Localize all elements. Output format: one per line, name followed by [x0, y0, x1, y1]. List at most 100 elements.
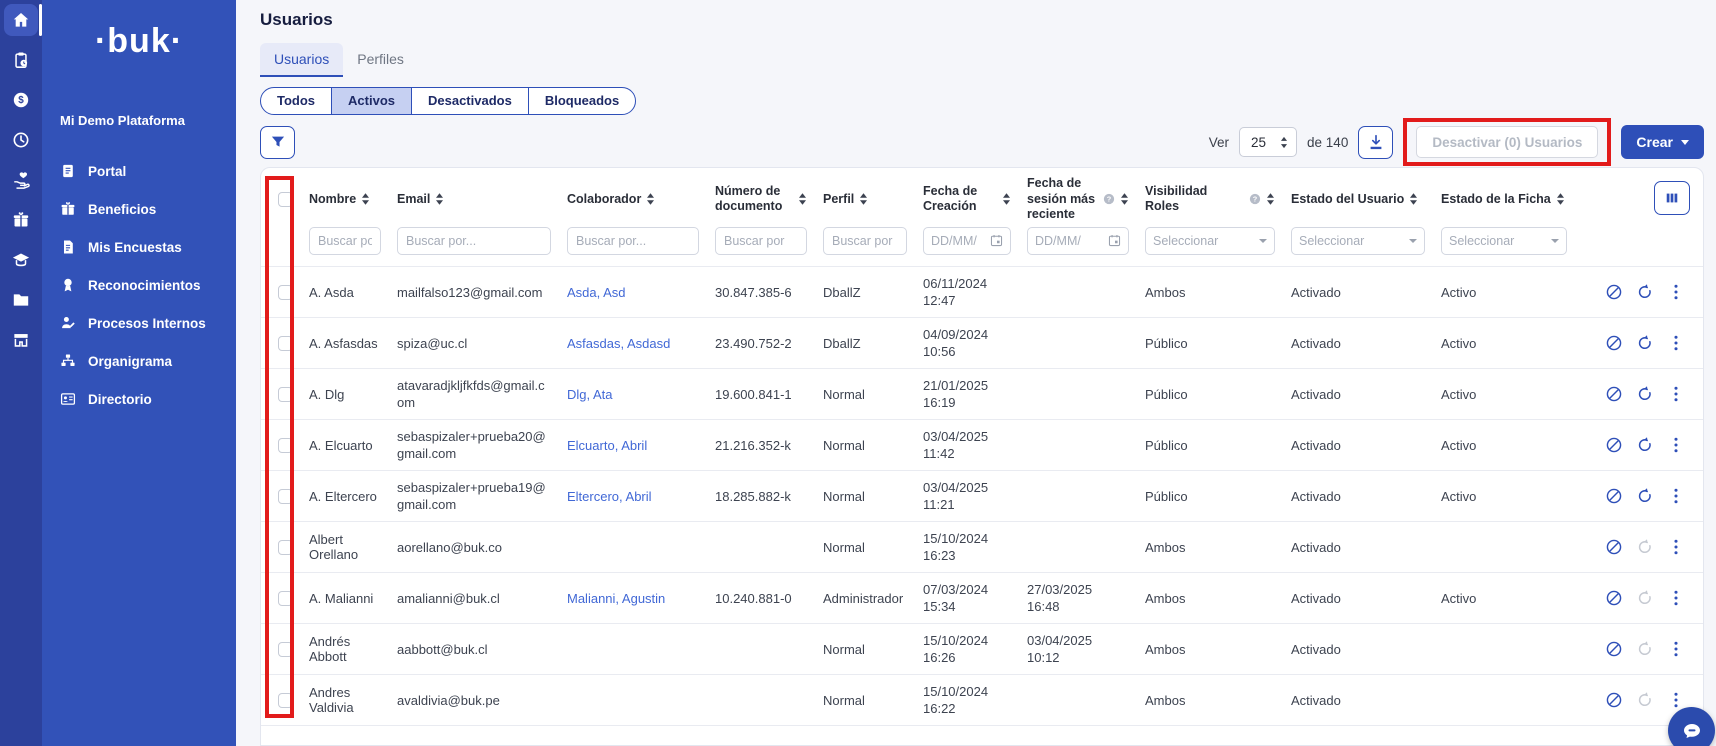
sort-icon[interactable]	[435, 192, 444, 206]
deactivate-user-button[interactable]	[1605, 589, 1623, 607]
column-search-input-documento[interactable]	[715, 227, 807, 255]
reset-password-button[interactable]	[1636, 487, 1654, 505]
column-search-input-perfil[interactable]	[823, 227, 907, 255]
reset-password-button[interactable]	[1636, 436, 1654, 454]
sidebar-item-mis-encuestas[interactable]: Mis Encuestas	[42, 228, 236, 266]
row-checkbox[interactable]	[278, 438, 293, 453]
sort-icon[interactable]	[1556, 192, 1565, 206]
deactivate-user-button[interactable]	[1605, 436, 1623, 454]
deactivate-user-button[interactable]	[1605, 640, 1623, 658]
reset-password-button[interactable]	[1636, 640, 1654, 658]
colaborador-link[interactable]: Dlg, Ata	[567, 387, 613, 402]
colaborador-link[interactable]: Malianni, Agustin	[567, 591, 665, 606]
column-header-estado_usuario[interactable]: Estado del Usuario	[1283, 168, 1433, 225]
sort-icon[interactable]	[1120, 192, 1129, 206]
column-header-perfil[interactable]: Perfil	[815, 168, 915, 225]
row-menu-button[interactable]	[1667, 640, 1685, 658]
sidebar-item-organigrama[interactable]: Organigrama	[42, 342, 236, 380]
row-menu-button[interactable]	[1667, 385, 1685, 403]
column-header-estado_ficha[interactable]: Estado de la Ficha	[1433, 168, 1575, 225]
reset-password-button[interactable]	[1636, 334, 1654, 352]
colaborador-link[interactable]: Asfasdas, Asdasd	[567, 336, 670, 351]
column-header-documento[interactable]: Número de documento	[707, 168, 815, 225]
row-checkbox[interactable]	[278, 285, 293, 300]
column-header-visibilidad[interactable]: Visibilidad Roles?	[1137, 168, 1283, 225]
row-checkbox[interactable]	[278, 540, 293, 555]
sort-icon[interactable]	[1266, 192, 1275, 206]
info-icon[interactable]: ?	[1249, 193, 1261, 205]
colaborador-link[interactable]: Asda, Asd	[567, 285, 626, 300]
select-all-checkbox[interactable]	[278, 192, 293, 207]
sidebar-item-procesos-internos[interactable]: Procesos Internos	[42, 304, 236, 342]
rail-item-folder[interactable]	[0, 280, 42, 320]
rail-item-storefront[interactable]	[0, 320, 42, 360]
deactivate-user-button[interactable]	[1605, 691, 1623, 709]
deactivate-user-button[interactable]	[1605, 538, 1623, 556]
sort-icon[interactable]	[646, 192, 655, 206]
date-filter-fecha_sesion[interactable]: DD/MM/	[1027, 227, 1129, 255]
column-header-fecha_creacion[interactable]: Fecha de Creación	[915, 168, 1019, 225]
download-button[interactable]	[1358, 126, 1393, 159]
reset-password-button[interactable]	[1636, 283, 1654, 301]
sort-icon[interactable]	[1409, 192, 1418, 206]
row-menu-button[interactable]	[1667, 334, 1685, 352]
row-menu-button[interactable]	[1667, 538, 1685, 556]
sort-icon[interactable]	[798, 192, 807, 206]
row-checkbox[interactable]	[278, 642, 293, 657]
reset-password-button[interactable]	[1636, 538, 1654, 556]
crear-button[interactable]: Crear	[1621, 125, 1704, 159]
reset-password-button[interactable]	[1636, 385, 1654, 403]
deactivate-user-button[interactable]	[1605, 487, 1623, 505]
rail-item-graduation-cap[interactable]	[0, 240, 42, 280]
select-filter-estado_ficha[interactable]: Seleccionar	[1441, 227, 1567, 255]
column-header-email[interactable]: Email	[389, 168, 559, 225]
row-checkbox[interactable]	[278, 693, 293, 708]
deactivate-user-button[interactable]	[1605, 283, 1623, 301]
select-filter-visibilidad[interactable]: Seleccionar	[1145, 227, 1275, 255]
reset-password-button[interactable]	[1636, 589, 1654, 607]
rail-item-hand-heart[interactable]	[0, 160, 42, 200]
column-search-input-email[interactable]	[397, 227, 551, 255]
sidebar-item-directorio[interactable]: Directorio	[42, 380, 236, 418]
rail-item-clock[interactable]	[0, 120, 42, 160]
rail-item-gift[interactable]	[0, 200, 42, 240]
segment-activos[interactable]: Activos	[332, 88, 412, 114]
row-menu-button[interactable]	[1667, 283, 1685, 301]
sidebar-item-reconocimientos[interactable]: Reconocimientos	[42, 266, 236, 304]
colaborador-link[interactable]: Eltercero, Abril	[567, 489, 652, 504]
tab-perfiles[interactable]: Perfiles	[343, 43, 418, 77]
segment-todos[interactable]: Todos	[261, 88, 332, 114]
column-search-input-nombre[interactable]	[309, 227, 381, 255]
sort-icon[interactable]	[361, 192, 370, 206]
row-menu-button[interactable]	[1667, 691, 1685, 709]
row-menu-button[interactable]	[1667, 487, 1685, 505]
rail-item-clipboard-clock[interactable]	[0, 40, 42, 80]
info-icon[interactable]: ?	[1103, 193, 1115, 205]
segment-desactivados[interactable]: Desactivados	[412, 88, 529, 114]
row-checkbox[interactable]	[278, 489, 293, 504]
reset-password-button[interactable]	[1636, 691, 1654, 709]
segment-bloqueados[interactable]: Bloqueados	[529, 88, 635, 114]
page-size-select[interactable]: 25	[1239, 127, 1297, 157]
rail-item-home[interactable]	[0, 0, 42, 40]
sort-icon[interactable]	[859, 192, 868, 206]
sidebar-item-beneficios[interactable]: Beneficios	[42, 190, 236, 228]
sort-icon[interactable]	[1002, 192, 1011, 206]
column-header-colaborador[interactable]: Colaborador	[559, 168, 707, 225]
deactivate-user-button[interactable]	[1605, 385, 1623, 403]
column-search-input-colaborador[interactable]	[567, 227, 699, 255]
row-checkbox[interactable]	[278, 336, 293, 351]
row-checkbox[interactable]	[278, 591, 293, 606]
desactivar-button[interactable]: Desactivar (0) Usuarios	[1416, 126, 1598, 158]
tab-usuarios[interactable]: Usuarios	[260, 43, 343, 77]
rail-item-dollar[interactable]: $	[0, 80, 42, 120]
row-menu-button[interactable]	[1667, 589, 1685, 607]
sidebar-item-portal[interactable]: Portal	[42, 152, 236, 190]
deactivate-user-button[interactable]	[1605, 334, 1623, 352]
date-filter-fecha_creacion[interactable]: DD/MM/	[923, 227, 1011, 255]
column-header-fecha_sesion[interactable]: Fecha de sesión más reciente?	[1019, 168, 1137, 225]
colaborador-link[interactable]: Elcuarto, Abril	[567, 438, 647, 453]
chat-fab-button[interactable]	[1668, 707, 1715, 746]
column-header-nombre[interactable]: Nombre	[301, 168, 389, 225]
filter-button[interactable]	[260, 126, 295, 159]
